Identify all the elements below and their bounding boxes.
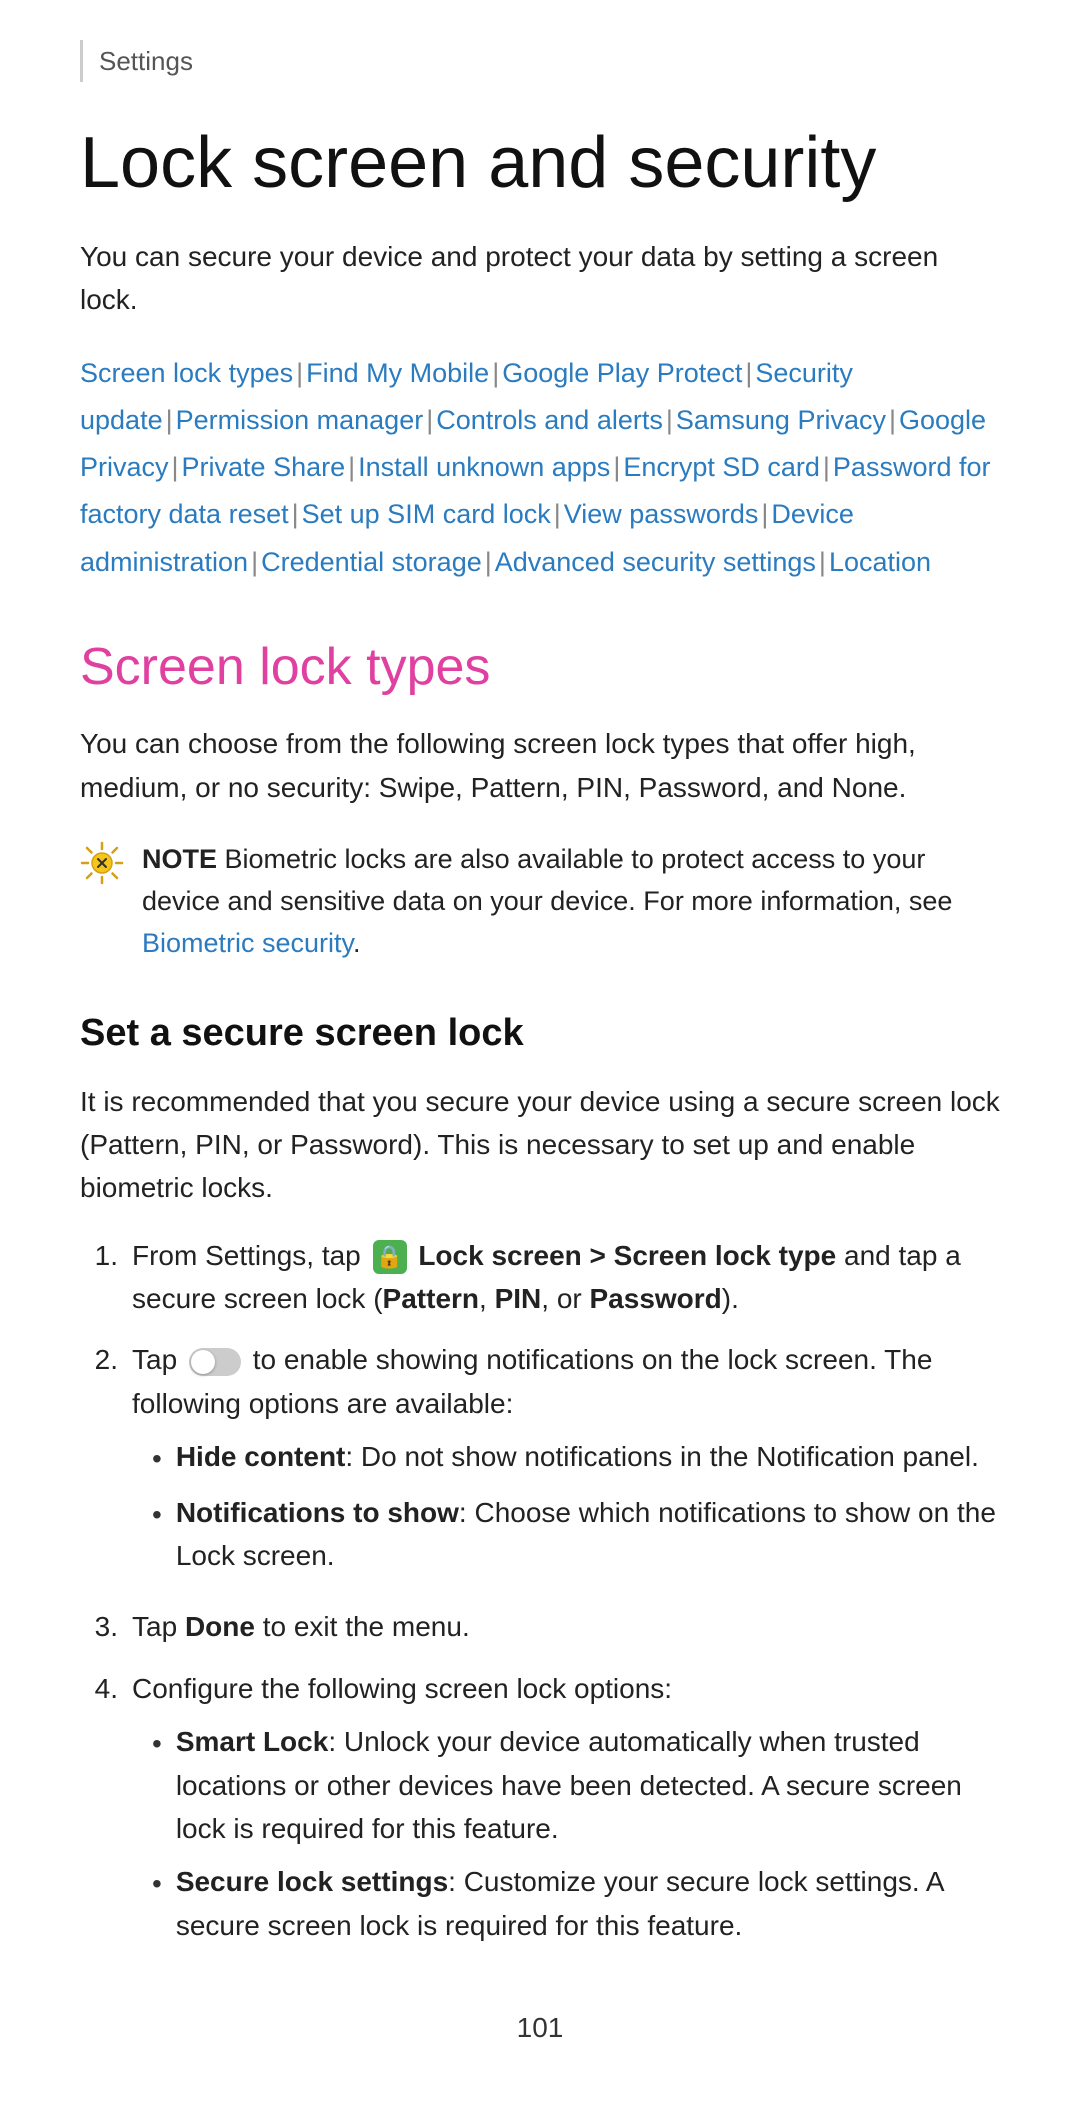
note-text: NOTE Biometric locks are also available … [142, 839, 1000, 965]
nav-link-credential-storage[interactable]: Credential storage [261, 547, 482, 577]
breadcrumb: Settings [80, 40, 1000, 82]
breadcrumb-text: Settings [99, 46, 193, 76]
page-number: 101 [80, 2007, 1000, 2049]
section-intro: You can choose from the following screen… [80, 722, 1000, 809]
biometric-security-link[interactable]: Biometric security [142, 928, 353, 958]
section-title: Screen lock types [80, 636, 1000, 698]
page-title: Lock screen and security [80, 122, 1000, 205]
nav-link-google-play-protect[interactable]: Google Play Protect [502, 358, 742, 388]
nav-link-encrypt-sd-card[interactable]: Encrypt SD card [623, 452, 820, 482]
nav-link-location[interactable]: Location [829, 547, 931, 577]
subsection-title: Set a secure screen lock [80, 1005, 1000, 1062]
step-4-bullets: • Smart Lock: Unlock your device automat… [132, 1720, 1000, 1947]
step-3: 3. Tap Done to exit the menu. [80, 1605, 1000, 1648]
step-2: 2. Tap to enable showing notifications o… [80, 1338, 1000, 1587]
nav-link-screen-lock-types[interactable]: Screen lock types [80, 358, 293, 388]
bullet-hide-content: • Hide content: Do not show notification… [132, 1435, 1000, 1480]
nav-link-private-share[interactable]: Private Share [182, 452, 346, 482]
toggle-icon [189, 1348, 241, 1376]
step-1: 1. From Settings, tap Lock screen > Scre… [80, 1234, 1000, 1321]
bullet-smart-lock: • Smart Lock: Unlock your device automat… [132, 1720, 1000, 1850]
nav-link-install-unknown-apps[interactable]: Install unknown apps [358, 452, 610, 482]
nav-links-container: Screen lock types|Find My Mobile|Google … [80, 350, 1000, 586]
note-icon [80, 841, 124, 897]
nav-link-samsung-privacy[interactable]: Samsung Privacy [676, 405, 886, 435]
bullet-secure-lock-settings: • Secure lock settings: Customize your s… [132, 1860, 1000, 1947]
nav-link-controls-and-alerts[interactable]: Controls and alerts [436, 405, 663, 435]
subsection-intro: It is recommended that you secure your d… [80, 1080, 1000, 1210]
steps-list: 1. From Settings, tap Lock screen > Scre… [80, 1234, 1000, 1957]
step-4: 4. Configure the following screen lock o… [80, 1667, 1000, 1957]
nav-link-find-my-mobile[interactable]: Find My Mobile [306, 358, 489, 388]
step-2-bullets: • Hide content: Do not show notification… [132, 1435, 1000, 1577]
note-label: NOTE [142, 844, 217, 874]
bullet-notifications-to-show: • Notifications to show: Choose which no… [132, 1491, 1000, 1578]
lock-screen-icon [373, 1240, 407, 1274]
nav-link-view-passwords[interactable]: View passwords [564, 499, 759, 529]
nav-link-setup-sim-card-lock[interactable]: Set up SIM card lock [302, 499, 551, 529]
note-box: NOTE Biometric locks are also available … [80, 839, 1000, 965]
nav-link-advanced-security-settings[interactable]: Advanced security settings [495, 547, 816, 577]
intro-text: You can secure your device and protect y… [80, 235, 1000, 322]
nav-link-permission-manager[interactable]: Permission manager [176, 405, 424, 435]
